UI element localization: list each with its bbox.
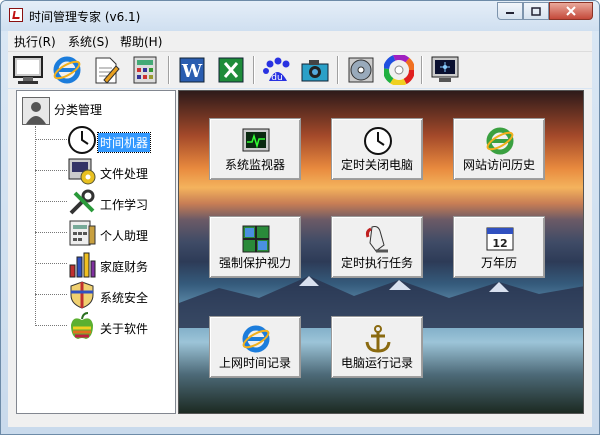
scheduled-task-button[interactable]: 定时执行任务 (331, 216, 423, 278)
pc-run-record-label: 电脑运行记录 (340, 356, 413, 370)
online-time-record-button[interactable]: 上网时间记录 (209, 316, 301, 378)
tree-root-label[interactable]: 分类管理 (54, 101, 102, 118)
disc-icon (348, 57, 374, 83)
finance-chart-icon (69, 252, 96, 278)
main-panel: 系统监视器 定时关闭电脑 网站访问历史 强制保护视力 定时执行任务 12 万年历 (178, 90, 584, 414)
color-wheel-icon (384, 55, 414, 85)
tree-item-label: 关于软件 (100, 322, 149, 336)
toolbar-screen-button[interactable] (428, 53, 462, 87)
pc-run-record-button[interactable]: 电脑运行记录 (331, 316, 423, 378)
toolbar-ie-button[interactable] (50, 53, 84, 87)
apple-icon (71, 312, 93, 339)
maximize-button[interactable] (523, 2, 549, 20)
tree-item-label: 工作学习 (100, 198, 149, 212)
scheduled-task-label: 定时执行任务 (340, 256, 413, 270)
ie-icon (242, 325, 270, 353)
category-tree: 分类管理 时间机器 文件处理 工作学习 个人助理 家庭财务 系统安全 关于软件 (16, 90, 176, 414)
system-monitor-label: 系统监视器 (224, 158, 285, 172)
minimize-icon (506, 12, 514, 14)
system-monitor-button[interactable]: 系统监视器 (209, 118, 301, 180)
word-icon: W (179, 57, 205, 83)
baidu-icon: du (263, 57, 290, 83)
ie-icon (486, 127, 514, 155)
app-window: 时间管理专家 (v6.1) 执行(R) 系统(S) 帮助(H) W du 分类管… (0, 0, 600, 435)
toolbar-disc-button[interactable] (344, 53, 378, 87)
menu-system[interactable]: 系统(S) (68, 33, 109, 50)
user-avatar-icon (22, 97, 50, 125)
tree-item-label: 个人助理 (100, 229, 149, 243)
window-title: 时间管理专家 (v6.1) (29, 10, 141, 24)
svg-text:W: W (181, 61, 203, 82)
app-icon[interactable] (9, 8, 23, 22)
close-icon (566, 6, 576, 16)
camera-icon (301, 60, 329, 82)
menu-execute[interactable]: 执行(R) (14, 33, 56, 50)
file-process-icon (68, 158, 96, 185)
monitor-chart-icon (242, 128, 270, 152)
toolbar-excel-button[interactable] (214, 53, 248, 87)
hand-pointer-icon (365, 226, 388, 253)
excel-icon (218, 57, 244, 83)
web-history-button[interactable]: 网站访问历史 (453, 118, 545, 180)
title-bar[interactable]: 时间管理专家 (v6.1) (1, 1, 599, 31)
close-button[interactable] (549, 2, 593, 20)
calendar-icon: 12 (486, 227, 514, 251)
svg-text:du: du (271, 73, 282, 83)
minimize-button[interactable] (497, 2, 523, 20)
toolbar: W du (8, 52, 592, 88)
web-history-label: 网站访问历史 (462, 158, 535, 172)
online-time-record-label: 上网时间记录 (218, 356, 291, 370)
toolbar-calculator-button[interactable] (128, 53, 162, 87)
perpetual-calendar-label: 万年历 (480, 256, 517, 270)
toolbar-notepad-button[interactable] (88, 53, 122, 87)
maximize-icon (531, 6, 541, 16)
tree-item-label: 文件处理 (100, 167, 149, 181)
tree-item-label: 系统安全 (100, 291, 149, 305)
window-controls (497, 2, 593, 21)
notepad-icon (95, 57, 120, 84)
toolbar-color-wheel-button[interactable] (382, 53, 416, 87)
menu-help[interactable]: 帮助(H) (120, 33, 162, 50)
menu-bar: 执行(R) 系统(S) 帮助(H) (8, 31, 592, 52)
eye-protection-label: 强制保护视力 (218, 256, 291, 270)
perpetual-calendar-button[interactable]: 12 万年历 (453, 216, 545, 278)
scheduled-shutdown-button[interactable]: 定时关闭电脑 (331, 118, 423, 180)
anchor-icon (365, 325, 391, 353)
clock-icon (364, 127, 392, 155)
tree-item-label: 时间机器 (96, 132, 152, 153)
tree-item-label: 家庭财务 (100, 260, 149, 274)
security-shield-icon (70, 281, 94, 309)
grid-icon (242, 225, 270, 253)
calculator-icon (133, 56, 157, 84)
clock-icon (68, 126, 96, 154)
client-area: 分类管理 时间机器 文件处理 工作学习 个人助理 家庭财务 系统安全 关于软件 … (8, 89, 592, 427)
screen-icon (431, 56, 459, 82)
monitor-icon (13, 56, 43, 84)
scheduled-shutdown-label: 定时关闭电脑 (340, 158, 413, 172)
svg-text:12: 12 (492, 237, 507, 250)
eye-protection-button[interactable]: 强制保护视力 (209, 216, 301, 278)
toolbar-monitor-button[interactable] (11, 53, 45, 87)
ie-icon (53, 56, 81, 84)
toolbar-word-button[interactable]: W (175, 53, 209, 87)
organizer-icon (69, 220, 96, 246)
toolbar-baidu-button[interactable]: du (260, 53, 294, 87)
tools-icon (69, 189, 95, 215)
toolbar-camera-button[interactable] (298, 53, 332, 87)
